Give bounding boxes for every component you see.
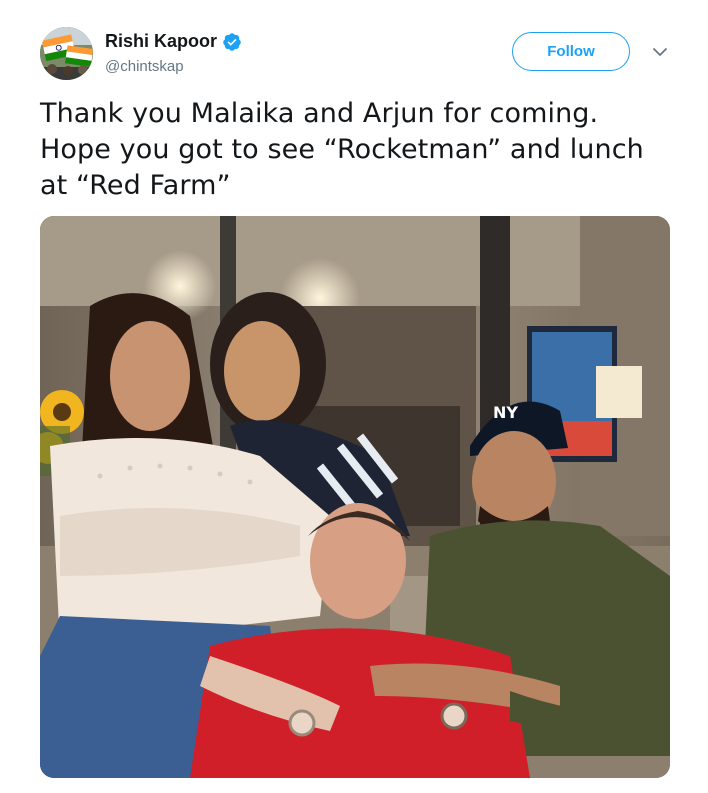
group-photo-icon: NY — [40, 216, 670, 778]
verified-badge-icon — [222, 32, 242, 52]
author-handle[interactable]: @chintskap — [105, 58, 184, 75]
display-name-text[interactable]: Rishi Kapoor — [105, 31, 217, 52]
chevron-down-icon[interactable] — [650, 42, 670, 62]
tweet-text: Thank you Malaika and Arjun for coming. … — [40, 96, 680, 204]
tweet-photo[interactable]: NY — [40, 216, 670, 778]
author-name[interactable]: Rishi Kapoor — [105, 31, 242, 52]
flag-avatar-icon — [40, 27, 93, 80]
tweet-text-line: Thank you Malaika and Arjun for coming. — [40, 98, 599, 129]
follow-button[interactable]: Follow — [512, 32, 630, 71]
avatar[interactable] — [40, 27, 93, 80]
svg-text:NY: NY — [493, 403, 518, 422]
tweet-text-line: Hope you got to see “Rocketman” and lunc… — [40, 134, 644, 165]
tweet-text-line: at “Red Farm” — [40, 170, 231, 201]
